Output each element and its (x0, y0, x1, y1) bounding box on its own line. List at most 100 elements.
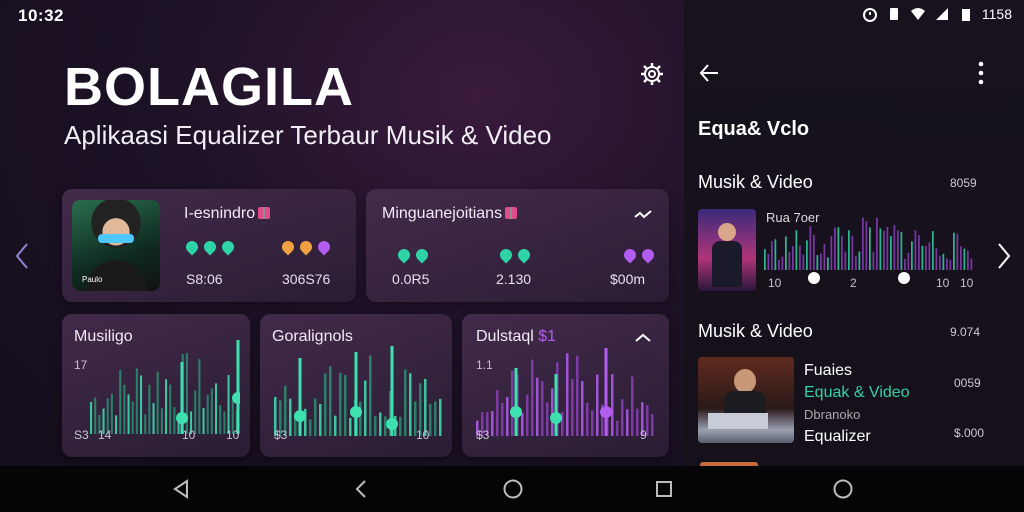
section1-scale-4: 10 (960, 276, 974, 290)
eq-bar (202, 407, 205, 434)
dulstaq-card-title-suffix: $1 (538, 328, 557, 345)
violet-drop-icon (315, 238, 333, 256)
eq-bar (626, 409, 629, 436)
eq-bar (198, 358, 201, 434)
eq-bar (897, 230, 899, 270)
eq-bar (876, 217, 878, 270)
eq-bar (949, 260, 952, 270)
teal-drop-icon (395, 246, 413, 264)
status-time: 10:32 (18, 6, 64, 25)
eq-bar (960, 246, 962, 270)
home-circle-icon[interactable] (502, 478, 524, 500)
trend-icon[interactable] (634, 209, 652, 221)
eq-bar (374, 416, 377, 436)
section2-line-value-1: 0059 (954, 376, 981, 390)
eq-slider-knob[interactable] (294, 410, 306, 422)
mingu-card[interactable]: Minguanejoitians 0.0R5 2.130 $00m (366, 189, 669, 302)
profile-card[interactable]: Paulo I-esnindro S8:06 306S76 (62, 189, 356, 302)
teal-drop-icon (219, 238, 237, 256)
collapse-chevron-icon[interactable] (634, 332, 652, 344)
eq-bar (173, 407, 176, 434)
eq-slider-knob[interactable] (550, 412, 562, 424)
section2-line-4: Equalizer (804, 428, 871, 445)
eq-bar (434, 401, 437, 436)
section1-scale-2: 2 (850, 276, 857, 290)
eq-bar (581, 381, 584, 436)
eq-bar (834, 227, 836, 270)
dulstaq-card-title-text: Dulstaql (476, 328, 534, 345)
battery-icon (961, 9, 970, 21)
eq-bar (771, 241, 773, 270)
section2-thumbnail[interactable] (698, 357, 794, 443)
eq-slider-knob[interactable] (350, 406, 362, 418)
eq-slider-knob[interactable] (808, 272, 820, 284)
next-arrow-icon[interactable] (996, 242, 1012, 270)
eq-slider-knob[interactable] (176, 412, 188, 424)
section1-value: 8059 (950, 176, 977, 190)
gorali-eq-card[interactable]: Goralignols $3 10 (260, 314, 452, 457)
detail-panel: 1158 Equa& Vclo Musik & Video 8059 Rua 7… (684, 0, 1024, 466)
home-circle-icon[interactable] (832, 478, 854, 500)
dulstaq-eq-card[interactable]: Dulstaql $1 1.1 $3 9 (462, 314, 669, 457)
mingu-icon-1 (395, 246, 431, 264)
avatar-label: Paulo (82, 275, 103, 284)
eq-bar (399, 416, 402, 436)
musik-label-4: 10 (226, 428, 240, 442)
eq-bar (404, 369, 407, 436)
eq-slider-knob[interactable] (600, 406, 612, 418)
eq-bar (511, 370, 514, 436)
eq-bar (970, 258, 973, 270)
recents-square-icon[interactable] (653, 478, 675, 500)
back-triangle-icon[interactable] (170, 478, 192, 500)
thumb-head (734, 369, 756, 393)
eq-slider-track (554, 374, 558, 436)
signal-icon (935, 8, 948, 20)
eq-bar (119, 369, 122, 434)
gorali-eq-visualizer (274, 346, 442, 436)
back-chevron-icon[interactable] (350, 478, 372, 500)
eq-bar (94, 397, 97, 434)
eq-bar (536, 377, 539, 436)
eq-bar (144, 414, 147, 434)
eq-bar (90, 401, 93, 434)
back-arrow-icon[interactable] (698, 62, 720, 84)
eq-slider-knob[interactable] (386, 418, 398, 430)
status-icons: 1158 (862, 6, 1012, 22)
eq-bar (827, 257, 829, 270)
eq-bar (526, 394, 529, 436)
section1-thumbnail[interactable] (698, 209, 756, 291)
eq-bar (907, 252, 910, 270)
thumb-keyboard (708, 413, 768, 429)
eq-bar (339, 372, 342, 436)
system-nav-bar (0, 466, 1024, 512)
eq-bar (309, 419, 312, 436)
eq-bar (785, 236, 787, 270)
musik-eq-visualizer (90, 340, 240, 434)
eq-bar (820, 253, 822, 270)
eq-bar (788, 251, 791, 270)
musik-top-label: 17 (74, 358, 88, 372)
musik-label-2: 14 (98, 428, 112, 442)
more-options-icon[interactable] (978, 60, 984, 86)
mingu-card-title: Minguanejoitians (382, 205, 518, 223)
previous-arrow-icon[interactable] (14, 242, 30, 270)
profile-card-title-text: I-esnindro (184, 205, 256, 222)
eq-slider-knob[interactable] (510, 406, 522, 418)
eq-bar (219, 405, 222, 434)
eq-bar (319, 404, 322, 436)
musik-eq-card[interactable]: Musiligo 17 S3 14 10 10 (62, 314, 250, 457)
eq-bar (865, 221, 868, 270)
eq-slider-knob[interactable] (898, 272, 910, 284)
gorali-label-1: $3 (274, 428, 288, 442)
eq-bar (334, 415, 337, 436)
teal-drop-icon (201, 238, 219, 256)
eq-bar (953, 232, 955, 270)
eq-bar (439, 398, 442, 436)
eq-bar (344, 374, 347, 436)
eq-bar (781, 256, 784, 270)
battery-text: 1158 (981, 6, 1012, 22)
eq-bar (795, 230, 798, 270)
eq-bar (799, 245, 801, 270)
eq-bar (921, 245, 924, 270)
settings-gear-icon[interactable] (640, 62, 664, 86)
